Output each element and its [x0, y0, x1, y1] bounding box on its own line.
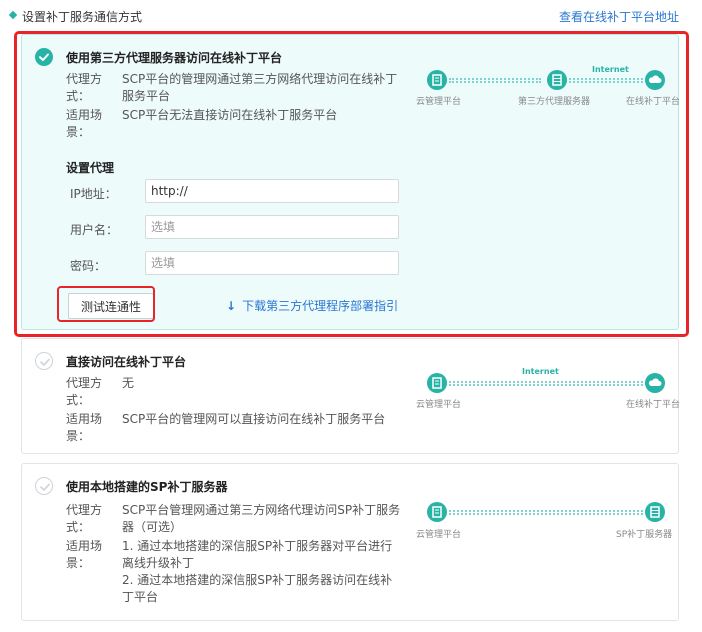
option-card-proxy[interactable]: 使用第三方代理服务器访问在线补丁平台 代理方 式： SCP平台的管理网通过第三方网… — [21, 34, 680, 330]
connection-line — [449, 510, 643, 515]
node-label: SP补丁服务器 — [616, 530, 673, 540]
server-icon — [427, 70, 447, 90]
test-connectivity-button[interactable]: 测试连通性 — [68, 293, 154, 319]
scene-label: 适用场 景： — [66, 108, 103, 139]
check-circle-icon[interactable] — [35, 477, 53, 495]
mode-value: SCP平台管理网通过第三方网络代理访问SP补丁服务 器（可选） — [122, 503, 401, 534]
mode-label: 代理方 式： — [66, 72, 103, 103]
scene-value: 1. 通过本地搭建的深信服SP补丁服务器对平台进行 离线升级补丁 2. 通过本地… — [122, 539, 393, 604]
mode-value: 无 — [122, 376, 135, 390]
node-label: 云管理平台 — [416, 400, 462, 410]
scene-value: SCP平台无法直接访问在线补丁服务平台 — [122, 108, 338, 122]
scene-label: 适用场 景： — [66, 412, 103, 443]
ip-address-input[interactable] — [145, 179, 399, 203]
ip-label: IP地址： — [70, 187, 117, 201]
check-circle-icon[interactable] — [35, 48, 53, 66]
option-card-local-sp[interactable]: 使用本地搭建的SP补丁服务器 代理方 式： SCP平台管理网通过第三方网络代理访问… — [21, 463, 679, 621]
server-icon — [645, 502, 665, 522]
download-guide-link[interactable]: ↓ 下载第三方代理程序部署指引 — [226, 297, 398, 314]
option-title: 使用第三方代理服务器访问在线补丁平台 — [66, 51, 283, 65]
connection-line — [449, 381, 643, 386]
server-icon — [427, 373, 447, 393]
node-label: 云管理平台 — [416, 97, 462, 107]
mode-label: 代理方 式： — [66, 503, 103, 534]
option-title: 使用本地搭建的SP补丁服务器 — [66, 480, 228, 494]
node-label: 在线补丁平台 — [626, 97, 681, 107]
cloud-icon — [645, 70, 665, 90]
connection-line — [449, 78, 541, 83]
server-icon — [547, 70, 567, 90]
node-label: 在线补丁平台 — [626, 400, 681, 410]
view-platform-address-link[interactable]: 查看在线补丁平台地址 — [559, 8, 679, 25]
server-icon — [427, 502, 447, 522]
network-diagram: Internet 云管理平台 在线补丁平台 — [416, 367, 680, 411]
password-input[interactable] — [145, 251, 399, 275]
option-card-direct[interactable]: 直接访问在线补丁平台 代理方 式： 无 适用场 景： SCP平台的管理网可以直接访问… — [21, 338, 680, 454]
section-title: 设置补丁服务通信方式 — [22, 10, 143, 24]
password-label: 密码： — [70, 259, 107, 273]
proxy-section-title: 设置代理 — [66, 161, 115, 175]
network-diagram: 云管理平台 SP补丁服务器 — [416, 500, 672, 544]
username-label: 用户名： — [70, 223, 119, 237]
mode-label: 代理方 式： — [66, 376, 103, 407]
username-input[interactable] — [145, 215, 399, 239]
node-label: 云管理平台 — [416, 530, 462, 540]
cloud-icon — [645, 373, 665, 393]
section-header: 设置补丁服务通信方式 查看在线补丁平台地址 — [0, 0, 702, 32]
network-diagram: Internet 云管理平台 第三方代理服务器 在线补丁平台 — [416, 65, 680, 109]
mode-value: SCP平台的管理网通过第三方网络代理访问在线补丁 服务平台 — [122, 72, 398, 103]
node-label: 第三方代理服务器 — [518, 97, 591, 107]
scene-label: 适用场 景： — [66, 539, 103, 570]
scene-value: SCP平台的管理网可以直接访问在线补丁服务平台 — [122, 412, 386, 426]
internet-label: Internet — [592, 65, 629, 74]
connection-line — [569, 78, 643, 83]
check-circle-icon[interactable] — [35, 352, 53, 370]
option-title: 直接访问在线补丁平台 — [66, 355, 187, 369]
download-arrow-icon: ↓ — [226, 299, 237, 313]
diamond-bullet-icon — [8, 10, 18, 20]
internet-label: Internet — [522, 367, 559, 376]
